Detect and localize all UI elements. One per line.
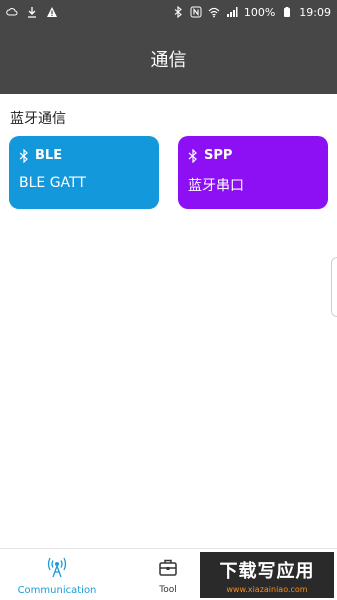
- nfc-icon: [190, 6, 202, 18]
- spp-card-title: SPP: [204, 148, 233, 163]
- watermark-url: www.xiazainiao.com: [226, 584, 308, 594]
- clock: 19:09: [299, 5, 331, 19]
- nav-item-communication[interactable]: Communication: [14, 555, 100, 596]
- download-icon: [26, 6, 38, 18]
- watermark-logo: 下载写应用 www.xiazainiao.com: [200, 552, 334, 598]
- battery-icon: [281, 6, 293, 18]
- edge-drawer-handle[interactable]: [331, 257, 337, 317]
- antenna-icon: [47, 557, 67, 578]
- ble-card-title: BLE: [35, 148, 63, 163]
- bluetooth-icon: [19, 148, 28, 163]
- section-title: 蓝牙通信: [10, 111, 66, 127]
- wifi-icon: [208, 6, 220, 18]
- ble-card[interactable]: BLE BLE GATT: [9, 136, 159, 209]
- bluetooth-icon: [172, 6, 184, 18]
- toolbox-icon: [159, 559, 177, 576]
- spp-card-subtitle: 蓝牙串口: [188, 178, 244, 194]
- warning-icon: [46, 6, 58, 18]
- nav-item-tool[interactable]: Tool: [148, 555, 188, 595]
- page-title: 通信: [150, 50, 187, 71]
- bluetooth-icon: [188, 148, 197, 163]
- watermark-text: 下载写应用: [219, 560, 315, 582]
- nav-label-tool: Tool: [159, 585, 177, 595]
- nav-label-communication: Communication: [17, 585, 97, 596]
- cloud-icon: [6, 6, 18, 18]
- signal-icon: [226, 6, 238, 18]
- ble-card-subtitle: BLE GATT: [19, 175, 86, 191]
- battery-percent: 100%: [243, 5, 276, 19]
- status-bar: 100% 19:09: [0, 0, 337, 24]
- app-bar: 通信: [0, 24, 337, 94]
- spp-card[interactable]: SPP 蓝牙串口: [178, 136, 328, 209]
